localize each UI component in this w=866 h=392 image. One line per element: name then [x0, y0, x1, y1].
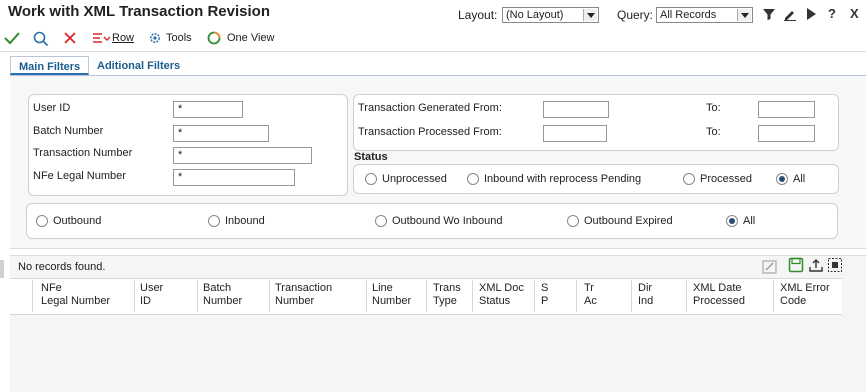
query-select[interactable]: All Records — [656, 7, 753, 23]
direction-outbound-expired-radio[interactable]: Outbound Expired — [567, 215, 673, 227]
status-processed-label: Processed — [700, 173, 752, 185]
column-header-sp[interactable]: SP — [541, 282, 548, 308]
edit-query-icon[interactable] — [783, 7, 797, 21]
radio-button-selected-icon — [776, 173, 788, 185]
processed-from-input[interactable] — [543, 125, 607, 142]
generated-from-label: Transaction Generated From: — [358, 102, 502, 114]
layout-select[interactable]: (No Layout) — [502, 7, 599, 23]
direction-outbound-label: Outbound — [53, 215, 102, 227]
status-radio-group: Unprocessed Inbound with reprocess Pendi… — [353, 164, 839, 194]
column-header-xml-error-code[interactable]: XML Error Code — [780, 282, 830, 308]
user-id-label: User ID — [33, 102, 71, 114]
radio-button-icon — [567, 215, 579, 227]
column-header-nfe-legal-number[interactable]: NFe Legal Number — [41, 282, 110, 308]
filter-icon[interactable] — [762, 7, 776, 21]
column-header-trans-type[interactable]: Trans Type — [433, 282, 461, 308]
status-inbound-reprocess-radio[interactable]: Inbound with reprocess Pending — [467, 173, 641, 185]
direction-all-label: All — [743, 215, 756, 227]
batch-number-input[interactable]: * — [173, 125, 269, 142]
status-unprocessed-radio[interactable]: Unprocessed — [365, 173, 447, 185]
tools-menu-button[interactable]: Tools — [148, 31, 192, 45]
column-header-xml-doc-status[interactable]: XML Doc Status — [479, 282, 524, 308]
checkmark-icon[interactable] — [4, 31, 20, 45]
direction-all-radio[interactable]: All — [726, 215, 755, 227]
export-icon[interactable] — [808, 257, 824, 273]
radio-button-icon — [375, 215, 387, 227]
user-id-input[interactable]: * — [173, 101, 243, 118]
chevron-down-icon — [737, 9, 751, 21]
direction-radio-group: Outbound Inbound Outbound Wo Inbound Out… — [26, 203, 838, 239]
row-menu-button[interactable]: Row — [92, 31, 134, 45]
status-all-radio[interactable]: All — [776, 173, 805, 185]
layout-label: Layout: — [458, 8, 498, 22]
radio-button-selected-icon — [726, 215, 738, 227]
one-view-button[interactable]: One View — [207, 31, 275, 45]
radio-button-icon — [365, 173, 377, 185]
grid-message: No records found. — [18, 261, 106, 273]
save-grid-icon[interactable] — [788, 257, 804, 273]
tab-bar: Main Filters Aditional Filters — [10, 55, 866, 76]
one-view-icon — [207, 31, 221, 45]
column-header-tr-ac[interactable]: Tr Ac — [584, 282, 597, 308]
tab-main-filters[interactable]: Main Filters — [10, 56, 90, 75]
column-header-transaction-number[interactable]: Transaction Number — [275, 282, 332, 308]
status-processed-radio[interactable]: Processed — [683, 173, 752, 185]
close-icon[interactable]: X — [850, 6, 859, 21]
status-unprocessed-label: Unprocessed — [382, 173, 447, 185]
collapse-handle[interactable] — [0, 260, 4, 278]
processed-to-input[interactable] — [758, 125, 815, 142]
column-header-dir-ind[interactable]: Dir Ind — [638, 282, 653, 308]
query-select-value: All Records — [660, 9, 717, 21]
direction-inbound-label: Inbound — [225, 215, 265, 227]
direction-inbound-radio[interactable]: Inbound — [208, 215, 265, 227]
generated-to-input[interactable] — [758, 101, 815, 118]
radio-button-icon — [36, 215, 48, 227]
edit-grid-icon[interactable] — [762, 259, 778, 275]
status-label: Status — [354, 151, 388, 163]
maximize-grid-icon[interactable] — [827, 257, 843, 273]
radio-button-icon — [683, 173, 695, 185]
column-header-line-number[interactable]: Line Number — [372, 282, 411, 308]
filters-panel: User ID * Batch Number * Transaction Num… — [10, 76, 866, 249]
query-label: Query: — [617, 8, 654, 22]
results-grid: No records found. NFe Legal Number User ID… — [10, 255, 866, 392]
column-header-user-id[interactable]: User ID — [140, 282, 163, 308]
generated-to-label: To: — [706, 102, 721, 114]
status-inbound-reprocess-label: Inbound with reprocess Pending — [484, 173, 642, 185]
date-filters-group: Transaction Generated From: To: Transact… — [353, 94, 839, 151]
gear-icon — [150, 33, 160, 43]
status-all-label: All — [793, 173, 806, 185]
help-icon[interactable]: ? — [828, 6, 836, 21]
processed-to-label: To: — [706, 126, 721, 138]
direction-outbound-wo-inbound-radio[interactable]: Outbound Wo Inbound — [375, 215, 503, 227]
transaction-number-label: Transaction Number — [33, 147, 133, 159]
batch-number-label: Batch Number — [33, 125, 104, 137]
column-header-xml-date-processed[interactable]: XML Date Processed — [693, 282, 745, 308]
cancel-icon[interactable] — [63, 31, 77, 45]
play-icon[interactable] — [805, 7, 817, 21]
chevron-down-icon — [583, 9, 597, 21]
radio-button-icon — [467, 173, 479, 185]
row-menu-label: Row — [112, 32, 135, 44]
id-filters-group: User ID * Batch Number * Transaction Num… — [28, 94, 348, 196]
toolbar: Row Tools One View — [0, 26, 866, 52]
direction-outbound-wo-inbound-label: Outbound Wo Inbound — [392, 215, 503, 227]
processed-from-label: Transaction Processed From: — [358, 126, 502, 138]
tools-menu-label: Tools — [166, 32, 192, 44]
layout-select-value: (No Layout) — [506, 9, 564, 21]
transaction-number-input[interactable]: * — [173, 147, 312, 164]
one-view-label: One View — [227, 32, 275, 44]
search-icon[interactable] — [33, 31, 49, 47]
tab-additional-filters[interactable]: Aditional Filters — [89, 56, 188, 75]
nfe-legal-number-input[interactable]: * — [173, 169, 295, 186]
page-title: Work with XML Transaction Revision — [8, 3, 270, 20]
row-icon — [93, 33, 111, 43]
nfe-legal-number-label: NFe Legal Number — [33, 170, 126, 182]
generated-from-input[interactable] — [543, 101, 609, 118]
direction-outbound-radio[interactable]: Outbound — [36, 215, 101, 227]
radio-button-icon — [208, 215, 220, 227]
column-header-batch-number[interactable]: Batch Number — [203, 282, 242, 308]
direction-outbound-expired-label: Outbound Expired — [584, 215, 673, 227]
